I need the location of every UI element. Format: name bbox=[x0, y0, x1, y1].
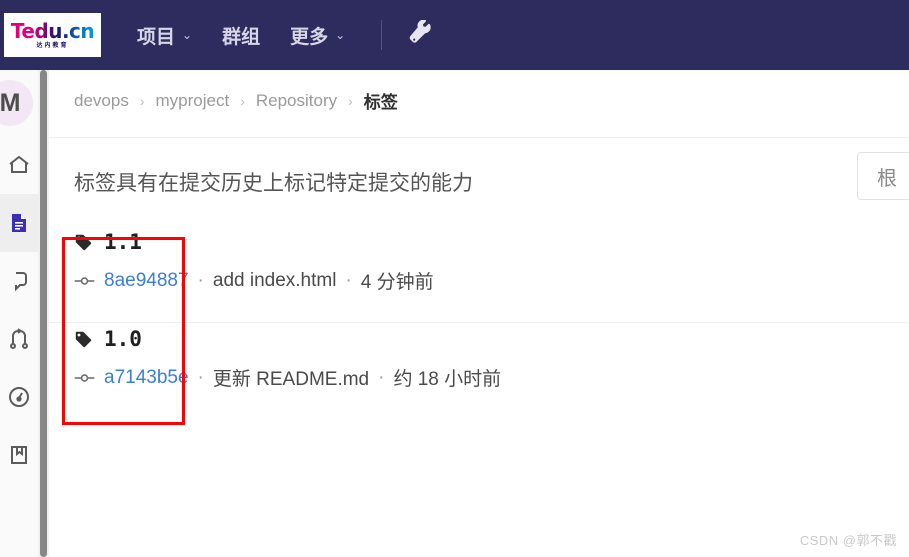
page-description: 标签具有在提交历史上标记特定提交的能力 bbox=[74, 172, 473, 195]
tag-name[interactable]: 1.1 bbox=[104, 230, 142, 254]
breadcrumb-item-myproject[interactable]: myproject bbox=[156, 91, 230, 111]
nav-item-groups[interactable]: 群组 bbox=[222, 22, 260, 49]
admin-tools-button[interactable] bbox=[408, 19, 434, 51]
tag-icon bbox=[74, 330, 93, 349]
commit-time: 4 分钟前 bbox=[360, 272, 434, 293]
list-item: 1.1 8ae94887 · add index.html · 4 分钟前 bbox=[74, 225, 894, 322]
commit-sha-link[interactable]: a7143b5e bbox=[104, 367, 189, 389]
separator-dot: · bbox=[378, 366, 385, 388]
watermark: CSDN @郭不戳 bbox=[799, 533, 897, 548]
commit-sha-link[interactable]: 8ae94887 bbox=[104, 270, 189, 292]
breadcrumb: devops › myproject › Repository › 标签 bbox=[74, 88, 398, 113]
tag-list-divider bbox=[49, 322, 909, 323]
commit-message: 更新 README.md bbox=[212, 369, 370, 390]
repository-file-icon bbox=[7, 211, 31, 235]
separator-dot: · bbox=[345, 269, 352, 291]
issues-icon bbox=[7, 269, 31, 293]
sort-dropdown-label: 根 bbox=[877, 167, 897, 190]
breadcrumb-divider bbox=[49, 137, 909, 138]
sidebar-item-home[interactable] bbox=[0, 136, 38, 194]
separator-dot: · bbox=[197, 269, 204, 291]
top-navigation-bar: Tedu.cn 达内教育 项目 ⌄ 群组 更多 ⌄ bbox=[0, 0, 909, 70]
nav-item-projects[interactable]: 项目 ⌄ bbox=[137, 22, 192, 49]
avatar[interactable]: M bbox=[0, 70, 38, 136]
sidebar-item-wiki[interactable] bbox=[0, 426, 38, 484]
sidebar-item-merge-requests[interactable] bbox=[0, 310, 38, 368]
sidebar-item-issues[interactable] bbox=[0, 252, 38, 310]
main-content: devops › myproject › Repository › 标签 标签具… bbox=[49, 70, 909, 557]
separator-dot: · bbox=[197, 366, 204, 388]
nav-divider bbox=[381, 20, 383, 50]
nav-item-groups-label: 群组 bbox=[222, 26, 261, 48]
nav-item-more-label: 更多 bbox=[290, 26, 329, 48]
cicd-gauge-icon bbox=[7, 385, 31, 409]
commit-message: add index.html bbox=[212, 269, 337, 291]
tag-name-line: 1.0 bbox=[74, 322, 894, 356]
chevron-down-icon: ⌄ bbox=[335, 28, 346, 42]
nav-item-projects-label: 项目 bbox=[137, 26, 176, 48]
home-icon bbox=[7, 153, 31, 177]
wiki-book-icon bbox=[7, 443, 31, 467]
tag-icon bbox=[74, 233, 93, 252]
merge-requests-icon bbox=[7, 327, 31, 351]
chevron-right-icon: › bbox=[240, 92, 245, 109]
scrollbar-thumb[interactable] bbox=[40, 70, 47, 557]
sidebar-item-repository[interactable] bbox=[0, 194, 38, 252]
sidebar-item-cicd[interactable] bbox=[0, 368, 38, 426]
logo-sub-text: 达内教育 bbox=[36, 43, 69, 49]
commit-icon bbox=[74, 274, 95, 288]
tag-name-line: 1.1 bbox=[74, 225, 894, 259]
commit-time: 约 18 小时前 bbox=[393, 369, 502, 390]
tag-commit-line: 8ae94887 · add index.html · 4 分钟前 bbox=[74, 267, 894, 294]
nav-item-more[interactable]: 更多 ⌄ bbox=[290, 22, 345, 49]
wrench-icon bbox=[408, 19, 434, 51]
chevron-down-icon: ⌄ bbox=[182, 28, 193, 42]
list-item: 1.0 a7143b5e · 更新 README.md · 约 18 小时前 bbox=[74, 322, 894, 419]
tedu-logo[interactable]: Tedu.cn 达内教育 bbox=[4, 13, 101, 57]
commit-icon bbox=[74, 371, 95, 385]
tag-name[interactable]: 1.0 bbox=[104, 327, 142, 351]
sort-dropdown[interactable]: 根 bbox=[857, 152, 909, 200]
logo-main-text: Tedu.cn bbox=[10, 19, 95, 43]
breadcrumb-item-repository[interactable]: Repository bbox=[256, 91, 337, 111]
chevron-right-icon: › bbox=[139, 92, 145, 109]
breadcrumb-item-devops[interactable]: devops bbox=[74, 91, 129, 111]
project-sidebar-rail: M bbox=[0, 70, 39, 557]
chevron-right-icon: › bbox=[348, 92, 353, 109]
avatar-initial: M bbox=[0, 80, 33, 126]
tag-commit-line: a7143b5e · 更新 README.md · 约 18 小时前 bbox=[74, 364, 894, 391]
main-nav: 项目 ⌄ 群组 更多 ⌄ bbox=[137, 19, 434, 51]
breadcrumb-item-tags: 标签 bbox=[363, 93, 398, 112]
